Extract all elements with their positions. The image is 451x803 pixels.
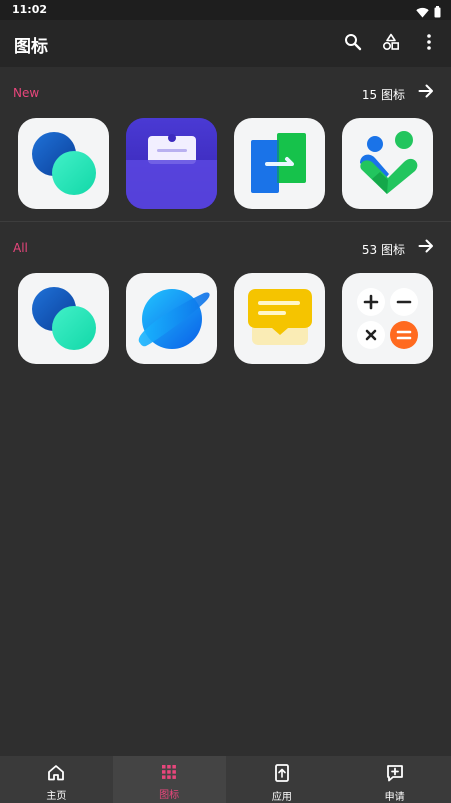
search-button[interactable] bbox=[339, 31, 367, 57]
purple-folder-app-icon[interactable] bbox=[126, 118, 217, 209]
page-title: 图标 bbox=[14, 37, 48, 57]
yellow-message-app-icon[interactable] bbox=[234, 273, 325, 364]
add-request-icon bbox=[386, 764, 404, 786]
more-options-button[interactable] bbox=[415, 31, 443, 57]
nav-item-home[interactable]: 主页 bbox=[0, 756, 113, 803]
nav-item-apps[interactable]: 应用 bbox=[226, 756, 339, 803]
nav-item-icons[interactable]: 图标 bbox=[112, 756, 226, 803]
family-heart-app-icon[interactable] bbox=[342, 118, 433, 209]
circles-app-icon[interactable] bbox=[18, 118, 109, 209]
grid-icon bbox=[161, 764, 177, 784]
arrow-right-icon bbox=[418, 83, 434, 103]
shapes-button[interactable] bbox=[377, 31, 405, 57]
status-time: 11:02 bbox=[12, 3, 48, 16]
bottom-navigation: 主页 图标 应用 申请 bbox=[0, 756, 451, 803]
section-more-button[interactable] bbox=[415, 82, 437, 104]
status-bar: 11:02 bbox=[0, 0, 451, 20]
section-title: All bbox=[13, 241, 28, 255]
home-icon bbox=[47, 764, 65, 785]
section-header-all: All 53 图标 bbox=[0, 233, 451, 263]
nav-item-label: 图标 bbox=[159, 790, 180, 801]
nav-item-label: 申请 bbox=[384, 792, 405, 803]
nav-item-label: 应用 bbox=[271, 792, 292, 803]
app-upload-icon bbox=[274, 764, 290, 786]
icon-row-new bbox=[0, 118, 451, 210]
section-divider bbox=[0, 221, 451, 222]
calculator-app-icon[interactable] bbox=[342, 273, 433, 364]
app-bar-actions bbox=[339, 31, 443, 57]
circles-app-icon[interactable] bbox=[18, 273, 109, 364]
section-title: New bbox=[13, 86, 40, 100]
section-more-button[interactable] bbox=[415, 237, 437, 259]
shapes-icon bbox=[382, 33, 400, 55]
arrow-right-icon bbox=[418, 238, 434, 258]
section-count: 15 图标 bbox=[361, 88, 405, 102]
more-vert-icon bbox=[426, 33, 432, 55]
section-count: 53 图标 bbox=[361, 243, 405, 257]
section-header-new: New 15 图标 bbox=[0, 78, 451, 108]
icon-row-all bbox=[0, 273, 451, 365]
planet-browser-app-icon[interactable] bbox=[126, 273, 217, 364]
search-icon bbox=[344, 33, 362, 55]
transfer-app-icon[interactable] bbox=[234, 118, 325, 209]
nav-item-label: 主页 bbox=[46, 791, 67, 802]
nav-item-request[interactable]: 申请 bbox=[338, 756, 451, 803]
app-bar: 图标 bbox=[0, 20, 451, 67]
